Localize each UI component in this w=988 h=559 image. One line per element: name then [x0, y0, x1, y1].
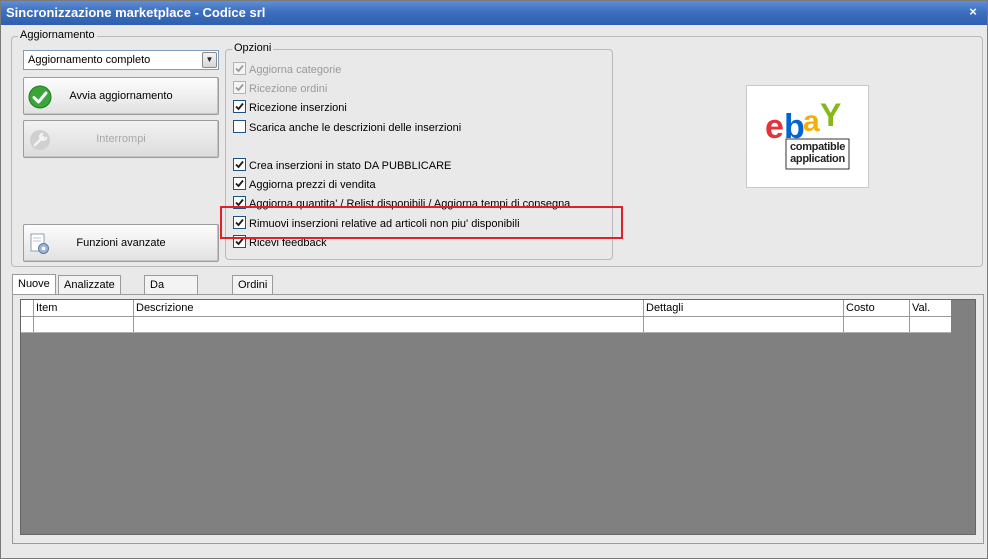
option-0: Aggiorna categorie [233, 62, 341, 78]
column-header-descrizione[interactable]: Descrizione [133, 300, 643, 316]
advanced-functions-button[interactable]: Funzioni avanzate [23, 224, 219, 262]
row-selector[interactable] [21, 317, 33, 332]
tab-analizzate[interactable]: Analizzate (12) [58, 275, 121, 310]
options-group-legend: Opzioni [232, 42, 274, 54]
ebay-logo-icon: e b a Y [765, 97, 850, 170]
option-label: Aggiorna prezzi di vendita [249, 179, 376, 191]
checkbox-checked[interactable] [233, 177, 246, 190]
update-mode-value: Aggiornamento completo [28, 54, 151, 66]
option-label: Crea inserzioni in stato DA PUBBLICARE [249, 160, 452, 172]
checkbox-checked[interactable] [233, 158, 246, 171]
svg-text:e: e [765, 108, 784, 146]
grid-header: Item Descrizione Dettagli Costo Val. [21, 300, 951, 317]
title-bar: Sincronizzazione marketplace - Codice sr… [1, 1, 987, 25]
option-3[interactable]: Scarica anche le descrizioni delle inser… [233, 120, 461, 136]
start-update-button[interactable]: Avvia aggiornamento [23, 77, 219, 115]
option-label: Scarica anche le descrizioni delle inser… [249, 122, 462, 134]
update-group-legend: Aggiornamento [18, 29, 97, 41]
cell-dettagli[interactable] [643, 317, 843, 332]
column-header-item[interactable]: Item [33, 300, 133, 316]
start-update-label: Avvia aggiornamento [69, 90, 173, 102]
option-2[interactable]: Ricezione inserzioni [233, 100, 347, 116]
column-header-val[interactable]: Val. [909, 300, 951, 316]
column-header-dettagli[interactable]: Dettagli [643, 300, 843, 316]
row-selector-header [21, 300, 33, 316]
option-1: Ricezione ordini [233, 81, 327, 97]
logo-line2: application [790, 153, 845, 165]
option-label: Aggiorna categorie [249, 64, 342, 76]
chevron-down-icon[interactable]: ▼ [202, 52, 217, 68]
checkmark-icon [28, 85, 52, 109]
svg-text:Y: Y [820, 97, 841, 133]
ebay-compatible-logo: e b a Y compatible application [746, 85, 869, 188]
document-gear-icon [30, 233, 49, 254]
advanced-functions-label: Funzioni avanzate [76, 237, 166, 249]
logo-line1: compatible [789, 141, 846, 153]
checkbox-checked [233, 81, 246, 94]
svg-text:a: a [803, 105, 820, 138]
highlight-annotation [220, 206, 623, 239]
option-5[interactable]: Aggiorna prezzi di vendita [233, 177, 376, 193]
close-button[interactable]: × [965, 4, 981, 20]
sync-window: Sincronizzazione marketplace - Codice sr… [0, 0, 988, 559]
stop-label: Interrompi [96, 133, 146, 145]
cell-descrizione[interactable] [133, 317, 643, 332]
cell-item[interactable] [33, 317, 133, 332]
cell-val[interactable] [909, 317, 951, 332]
cell-costo[interactable] [843, 317, 909, 332]
column-header-costo[interactable]: Costo [843, 300, 909, 316]
tools-icon [30, 130, 50, 150]
option-label: Ricezione inserzioni [249, 102, 347, 114]
tab-da-chiudere[interactable]: Da chiudere (4) [144, 275, 199, 329]
option-4[interactable]: Crea inserzioni in stato DA PUBBLICARE [233, 158, 451, 174]
checkbox-checked [233, 62, 246, 75]
table-row[interactable] [21, 317, 951, 333]
checkbox-unchecked[interactable] [233, 120, 246, 133]
listings-grid[interactable]: Item Descrizione Dettagli Costo Val. [20, 299, 976, 535]
checkbox-checked[interactable] [233, 100, 246, 113]
update-mode-select[interactable]: Aggiornamento completo ▼ [23, 50, 219, 70]
tab-ordini[interactable]: Ordini [232, 275, 274, 295]
window-title: Sincronizzazione marketplace - Codice sr… [6, 5, 266, 20]
stop-button[interactable]: Interrompi [23, 120, 219, 158]
tab-nuove[interactable]: Nuove [12, 274, 56, 295]
option-label: Ricezione ordini [249, 83, 328, 95]
